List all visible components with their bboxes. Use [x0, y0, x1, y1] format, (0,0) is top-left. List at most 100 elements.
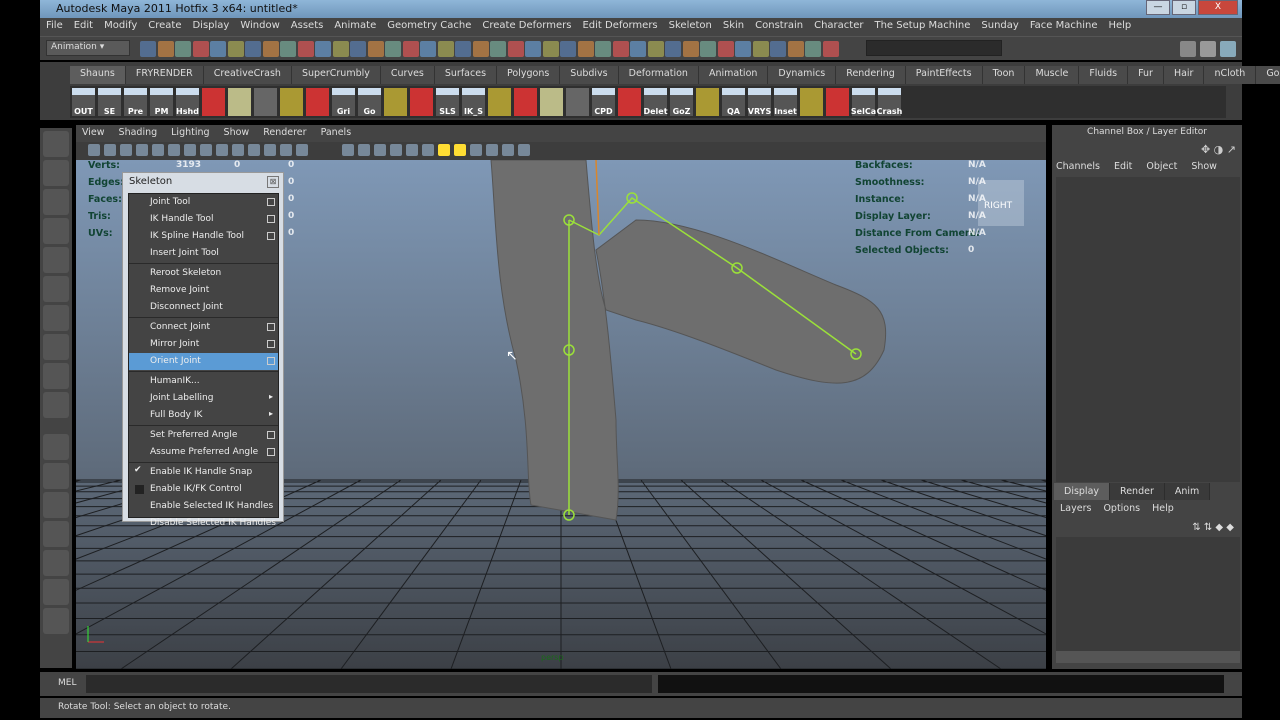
layer-tab-anim[interactable]: Anim [1164, 483, 1211, 500]
panel-toolbar-icon[interactable] [88, 144, 100, 156]
menu-item-full-body-ik[interactable]: Full Body IK ▸ [129, 407, 278, 424]
menu-modify[interactable]: Modify [104, 20, 137, 34]
toolbar-icon[interactable] [822, 41, 839, 57]
shelf-button[interactable] [280, 88, 303, 116]
menu-create-deformers[interactable]: Create Deformers [482, 20, 571, 34]
toolbar-icon[interactable] [280, 41, 296, 57]
menu-item-set-preferred-angle[interactable]: Set Preferred Angle [129, 427, 278, 444]
panel-menu-show[interactable]: Show [224, 127, 250, 140]
panel-toolbar-icon[interactable] [454, 144, 466, 156]
menu-file[interactable]: File [46, 20, 63, 34]
checkbox[interactable] [135, 485, 144, 494]
toolbar-icon[interactable] [560, 41, 576, 57]
joint-tool-icon[interactable] [43, 392, 69, 418]
shelf-tab-shauns[interactable]: Shauns [70, 66, 126, 84]
shelf-tab-supercrumbly[interactable]: SuperCrumbly [291, 66, 381, 84]
panel-toolbar-icon[interactable] [438, 144, 450, 156]
shelf-button[interactable]: IK_S [462, 88, 485, 116]
menu-geometry-cache[interactable]: Geometry Cache [387, 20, 471, 34]
menu-assets[interactable]: Assets [291, 20, 324, 34]
menu-edit-deformers[interactable]: Edit Deformers [582, 20, 657, 34]
channel-menu-show[interactable]: Show [1191, 161, 1217, 172]
menu-item-joint-labelling[interactable]: Joint Labelling ▸ [129, 390, 278, 407]
shelf-button[interactable] [488, 88, 511, 116]
toolbar-icon[interactable] [420, 41, 436, 57]
toolbar-icon[interactable] [245, 41, 261, 57]
option-box-icon[interactable] [267, 323, 275, 331]
shelf-button[interactable]: Pre [124, 88, 147, 116]
menu-create[interactable]: Create [148, 20, 181, 34]
shelf-tab-polygons[interactable]: Polygons [497, 66, 561, 84]
toolbar-icon[interactable] [262, 41, 279, 57]
shelf-tab-toon[interactable]: Toon [982, 66, 1026, 84]
shelf-button[interactable] [384, 88, 407, 116]
shelf-button[interactable] [306, 88, 329, 116]
menu-item-reroot-skeleton[interactable]: Reroot Skeleton [129, 265, 278, 282]
menu-skin[interactable]: Skin [723, 20, 744, 34]
shelf-button[interactable] [410, 88, 433, 116]
shelf-button[interactable]: Gri [332, 88, 355, 116]
layer-scrollbar[interactable] [1056, 651, 1240, 663]
shelf-button[interactable]: Hshd [176, 88, 199, 116]
panel-toolbar-icon[interactable] [120, 144, 132, 156]
shelf-tab-subdivs[interactable]: Subdivs [560, 66, 619, 84]
menu-item-enable-ik-fk-control[interactable]: Enable IK/FK Control [129, 481, 278, 498]
toolbar-icon[interactable] [192, 41, 209, 57]
layout-single-icon[interactable] [43, 434, 69, 460]
shelf-button[interactable]: OUT [72, 88, 95, 116]
layout-graph-icon[interactable] [43, 579, 69, 605]
toolbar-icon[interactable] [612, 41, 629, 57]
menu-animate[interactable]: Animate [334, 20, 376, 34]
toolbar-icon[interactable] [227, 41, 244, 57]
menu-item-ik-handle-tool[interactable]: IK Handle Tool [129, 211, 278, 228]
menu-character[interactable]: Character [814, 20, 863, 34]
shelf-tab-fryrender[interactable]: FRYRENDER [125, 66, 204, 84]
shelf-button[interactable]: VRYS [748, 88, 771, 116]
shelf-tab-muscle[interactable]: Muscle [1025, 66, 1080, 84]
menu-item-humanik-[interactable]: HumanIK... [129, 373, 278, 390]
shelf-button[interactable] [514, 88, 537, 116]
toolbar-icon[interactable] [665, 41, 681, 57]
shelf-tab-hair[interactable]: Hair [1163, 66, 1205, 84]
toolbar-icon[interactable] [175, 41, 191, 57]
toolbar-icon[interactable] [700, 41, 716, 57]
option-box-icon[interactable] [267, 340, 275, 348]
panel-toolbar-icon[interactable] [296, 144, 308, 156]
toolbar-icon[interactable] [787, 41, 804, 57]
shelf-button[interactable]: QA [722, 88, 745, 116]
toolbar-icon[interactable] [752, 41, 769, 57]
quick-select-field[interactable] [866, 40, 1002, 56]
shelf-button[interactable]: Inset [774, 88, 797, 116]
shelf-button[interactable]: GoZ [670, 88, 693, 116]
toolbar-icon[interactable] [770, 41, 786, 57]
shelf-button[interactable]: SE [98, 88, 121, 116]
toolbar-icon[interactable] [717, 41, 734, 57]
panel-layout-icon[interactable] [1220, 41, 1236, 57]
panel-toolbar-icon[interactable] [200, 144, 212, 156]
toolbar-icon[interactable] [735, 41, 751, 57]
shelf-button[interactable] [254, 88, 277, 116]
panel-toolbar-icon[interactable] [486, 144, 498, 156]
option-box-icon[interactable] [267, 198, 275, 206]
menu-item-connect-joint[interactable]: Connect Joint [129, 319, 278, 336]
menu-set-dropdown[interactable]: Animation ▾ [46, 40, 130, 56]
shelf-tab-creativecrash[interactable]: CreativeCrash [203, 66, 292, 84]
mel-input[interactable] [86, 675, 652, 693]
shelf-button[interactable]: Go [358, 88, 381, 116]
menu-item-insert-joint-tool[interactable]: Insert Joint Tool [129, 245, 278, 262]
panel-menu-panels[interactable]: Panels [321, 127, 352, 140]
shelf-tab-deformation[interactable]: Deformation [618, 66, 699, 84]
layer-menu-options[interactable]: Options [1103, 503, 1140, 514]
layer-menu-help[interactable]: Help [1152, 503, 1174, 514]
shelf-button[interactable]: PM [150, 88, 173, 116]
toolbar-icon[interactable] [595, 41, 611, 57]
toolbar-icon[interactable] [140, 41, 156, 57]
menu-item-enable-selected-ik-handles[interactable]: Enable Selected IK Handles [129, 498, 278, 515]
layout-persp-icon[interactable] [43, 521, 69, 547]
layout-outliner-icon[interactable] [43, 550, 69, 576]
shelf-button[interactable]: Delet [643, 88, 668, 116]
option-box-icon[interactable] [267, 357, 275, 365]
close-button[interactable]: X [1198, 0, 1238, 15]
toolbar-icon[interactable] [507, 41, 524, 57]
panel-toolbar-icon[interactable] [406, 144, 418, 156]
